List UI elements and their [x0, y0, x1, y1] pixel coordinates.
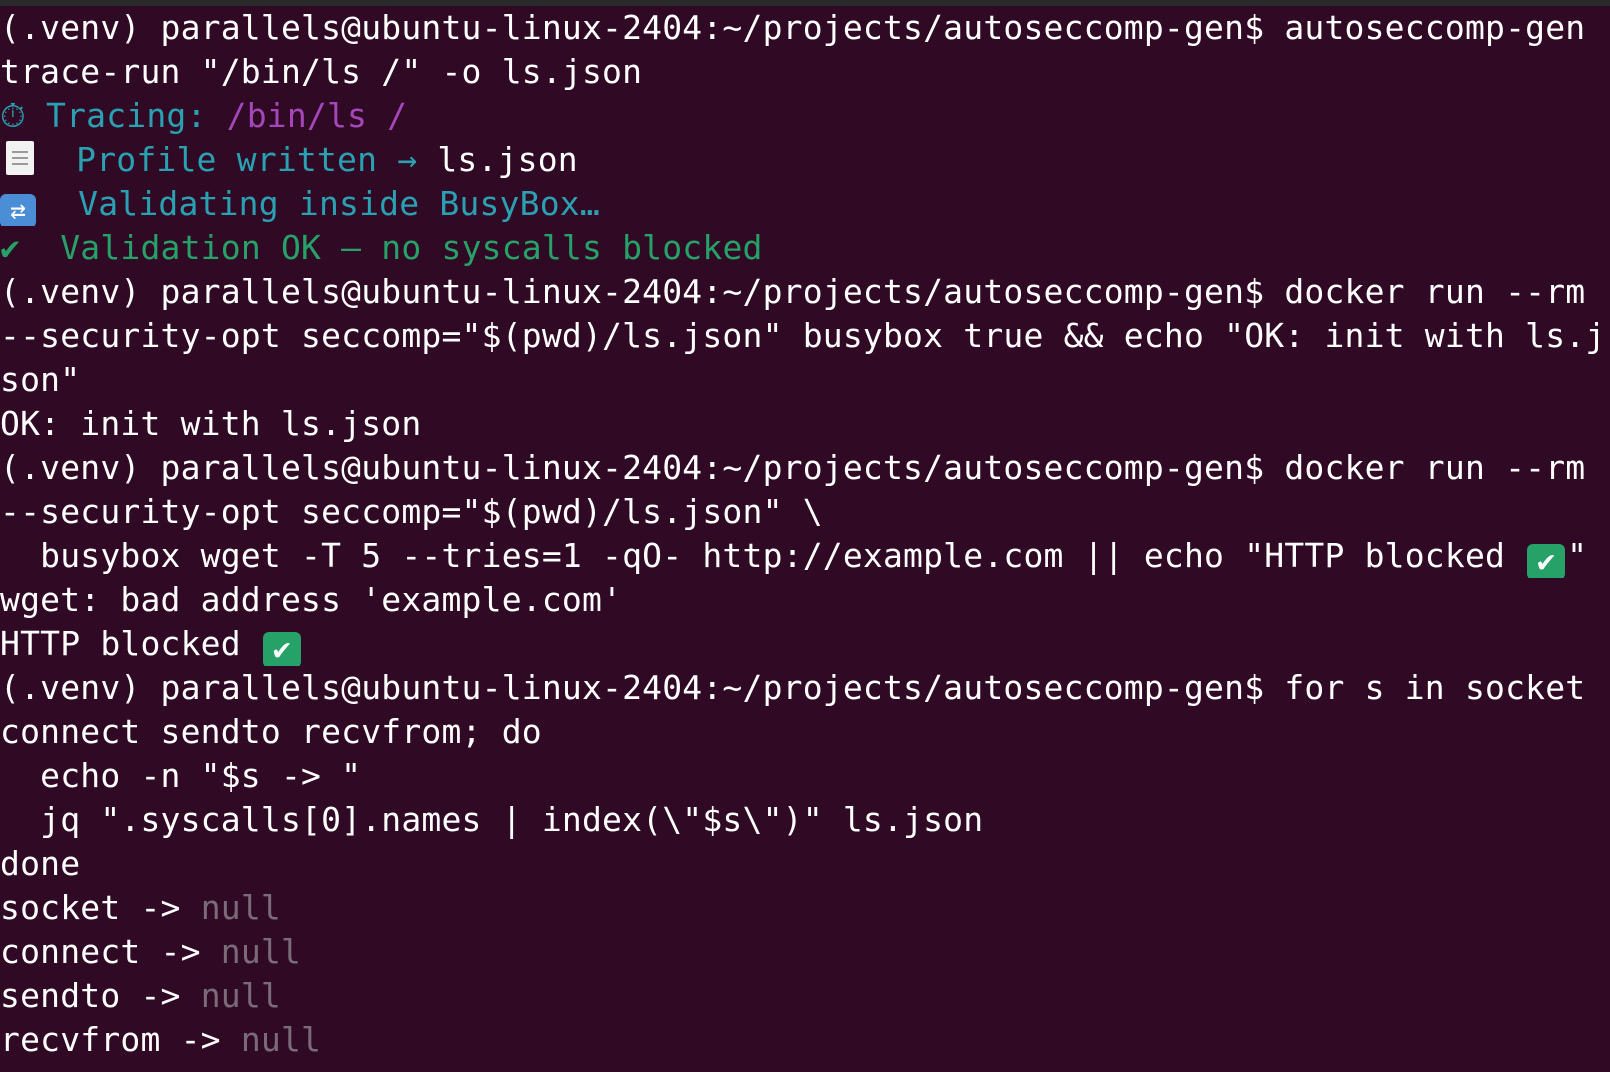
syscall-name: sendto — [0, 976, 121, 1015]
result-line: socket -> null — [0, 886, 1610, 930]
command-text: --security-opt seccomp="$(pwd)/ls.json" … — [0, 492, 823, 531]
syscall-name: recvfrom — [0, 1020, 161, 1059]
white-check-mark-button-icon: ✔ — [262, 632, 301, 666]
arrow-text: -> — [160, 1020, 241, 1059]
tracing-label: Tracing: — [25, 96, 227, 135]
terminal-line: Profile written → ls.json — [0, 138, 1610, 182]
terminal-line: HTTP blocked ✔ — [0, 622, 1610, 666]
arrow-text: -> — [140, 932, 221, 971]
command-text: docker run --rm — [1264, 272, 1586, 311]
shell-prompt: (.venv) parallels@ubuntu-linux-2404:~/pr… — [0, 272, 1265, 311]
command-text: jq ".syscalls[0].names | index(\"$s\")" … — [0, 800, 984, 839]
terminal-window[interactable]: (.venv) parallels@ubuntu-linux-2404:~/pr… — [0, 0, 1610, 1072]
refresh-icon: ⇄ — [0, 194, 36, 226]
syscall-result: null — [200, 976, 281, 1015]
terminal-line: wget: bad address 'example.com' — [0, 578, 1610, 622]
syscall-result: null — [220, 932, 302, 971]
result-line: connect -> null — [0, 930, 1610, 974]
command-text: trace-run "/bin/ls /" -o ls.json — [0, 52, 643, 91]
validating-label: Validating inside BusyBox… — [78, 184, 600, 223]
stopwatch-icon: ⏱ — [0, 96, 26, 135]
terminal-line: OK: init with ls.json — [0, 402, 1610, 446]
tracing-target: /bin/ls / — [226, 96, 408, 135]
terminal-line: (.venv) parallels@ubuntu-linux-2404:~/pr… — [0, 6, 1610, 50]
terminal-line: --security-opt seccomp="$(pwd)/ls.json" … — [0, 490, 1610, 534]
output-text: wget: bad address 'example.com' — [0, 580, 623, 619]
terminal-output[interactable]: (.venv) parallels@ubuntu-linux-2404:~/pr… — [0, 6, 1610, 1062]
shell-prompt: (.venv) parallels@ubuntu-linux-2404:~/pr… — [0, 668, 1265, 707]
validation-ok-text: Validation OK – no syscalls blocked — [20, 228, 763, 267]
command-text: autoseccomp-gen — [1264, 8, 1586, 47]
arrow-text: -> — [120, 888, 201, 927]
terminal-line: ✔ Validation OK – no syscalls blocked — [0, 226, 1610, 270]
result-line: recvfrom -> null — [0, 1018, 1610, 1062]
shell-prompt: (.venv) parallels@ubuntu-linux-2404:~/pr… — [0, 448, 1265, 487]
command-text: connect sendto recvfrom; do — [0, 712, 542, 751]
terminal-line: connect sendto recvfrom; do — [0, 710, 1610, 754]
command-text: --security-opt seccomp="$(pwd)/ls.json" … — [0, 316, 1606, 355]
output-text: HTTP blocked — [0, 624, 261, 663]
terminal-line: echo -n "$s -> " — [0, 754, 1610, 798]
command-text: for s in socket — [1264, 668, 1586, 707]
syscall-name: socket — [0, 888, 121, 927]
output-text: OK: init with ls.json — [0, 404, 422, 443]
shell-prompt: (.venv) parallels@ubuntu-linux-2404:~/pr… — [0, 8, 1265, 47]
command-text: busybox wget -T 5 --tries=1 -qO- http://… — [0, 536, 1526, 575]
result-line: sendto -> null — [0, 974, 1610, 1018]
terminal-line: son" — [0, 358, 1610, 402]
terminal-line: --security-opt seccomp="$(pwd)/ls.json" … — [0, 314, 1610, 358]
command-text: done — [0, 844, 81, 883]
terminal-line: trace-run "/bin/ls /" -o ls.json — [0, 50, 1610, 94]
command-text: docker run --rm — [1264, 448, 1586, 487]
terminal-line: (.venv) parallels@ubuntu-linux-2404:~/pr… — [0, 270, 1610, 314]
terminal-line: busybox wget -T 5 --tries=1 -qO- http://… — [0, 534, 1610, 578]
command-text: son" — [0, 360, 81, 399]
terminal-line: (.venv) parallels@ubuntu-linux-2404:~/pr… — [0, 446, 1610, 490]
syscall-name: connect — [0, 932, 141, 971]
command-text: " — [1567, 536, 1588, 575]
profile-file: ls.json — [437, 140, 578, 179]
white-check-mark-button-icon: ✔ — [1527, 544, 1566, 578]
terminal-line: ⇄ Validating inside BusyBox… — [0, 182, 1610, 226]
terminal-line: (.venv) parallels@ubuntu-linux-2404:~/pr… — [0, 666, 1610, 710]
arrow-text: -> — [120, 976, 201, 1015]
terminal-line: done — [0, 842, 1610, 886]
command-text: echo -n "$s -> " — [0, 756, 362, 795]
check-mark-icon: ✔ — [0, 228, 21, 267]
terminal-line: ⏱ Tracing: /bin/ls / — [0, 94, 1610, 138]
terminal-line: jq ".syscalls[0].names | index(\"$s\")" … — [0, 798, 1610, 842]
syscall-result: null — [200, 888, 281, 927]
syscall-result: null — [240, 1020, 322, 1059]
document-icon — [6, 141, 34, 175]
profile-written-label: Profile written → — [76, 140, 438, 179]
